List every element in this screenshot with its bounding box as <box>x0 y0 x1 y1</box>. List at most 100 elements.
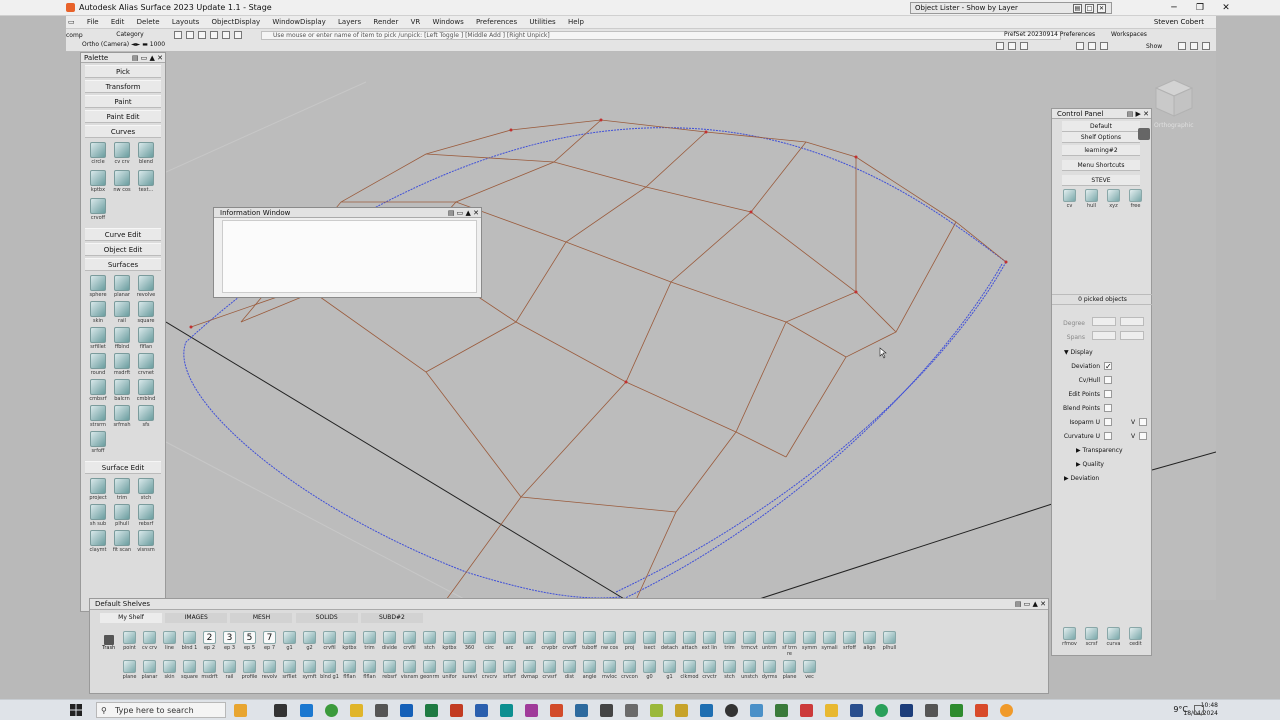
shelf-row1-tool[interactable]: divide <box>380 631 399 657</box>
picked-objects-label[interactable]: 0 picked objects <box>1052 294 1153 305</box>
panel-icon-3[interactable] <box>1202 42 1210 50</box>
shelf-row2-tool[interactable]: angle <box>580 660 599 680</box>
trim-tool[interactable]: trim <box>111 478 133 504</box>
notification-icon[interactable] <box>1194 705 1204 715</box>
tab-images[interactable]: IMAGES <box>165 613 228 623</box>
taskbar-app-icon[interactable] <box>234 704 247 717</box>
cedit-tool[interactable]: cedit <box>1126 627 1145 647</box>
blend-points-checkbox[interactable] <box>1104 404 1112 412</box>
vision-sm-tool[interactable]: visnsm <box>135 530 157 556</box>
isoparm-u-checkbox[interactable] <box>1104 418 1112 426</box>
dock-icon[interactable]: ▤ <box>1073 4 1082 13</box>
workspaces-menu[interactable]: Workspaces <box>1111 31 1147 38</box>
ortho-camera-label[interactable]: Ortho (Camera) ◄► ▬ 1000 <box>82 41 182 48</box>
close-icon[interactable]: ▤ ▭ ▲ ✕ <box>132 53 163 63</box>
shelf-row1-tool[interactable]: crvfil <box>320 631 339 657</box>
shelf-row1-tool[interactable]: isect <box>640 631 659 657</box>
photoshop-icon[interactable] <box>900 704 913 717</box>
shelf-row1-tool[interactable]: tuboff <box>580 631 599 657</box>
shelf-row1-tool[interactable]: trim <box>720 631 739 657</box>
app-icon-navy[interactable] <box>700 704 713 717</box>
shelf-row1-tool[interactable]: ext lin <box>700 631 719 657</box>
shelf-row2-tool[interactable]: square <box>180 660 199 680</box>
shelf-row1-tool[interactable]: point <box>120 631 139 657</box>
shelf-row1-tool[interactable]: 7 ep 7 <box>260 631 279 657</box>
app-icon-lime[interactable] <box>950 704 963 717</box>
fit-scan-tool[interactable]: fit scan <box>111 530 133 556</box>
trash-icon[interactable] <box>1138 128 1150 140</box>
chrome-icon[interactable] <box>325 704 338 717</box>
menu-vr[interactable]: VR <box>406 16 426 28</box>
surface-mesh-tool[interactable]: srfmsh <box>111 405 133 431</box>
sphere-tool[interactable]: sphere <box>87 275 109 301</box>
shelf-row1-tool[interactable]: crvfil <box>400 631 419 657</box>
palette-tab-curve-edit[interactable]: Curve Edit <box>85 228 161 241</box>
app-icon-teal[interactable] <box>500 704 513 717</box>
quality-section-toggle[interactable]: ▶ Quality <box>1076 461 1104 468</box>
information-window[interactable]: Information Window ▤ ▭ ▲ ✕ <box>213 207 482 298</box>
menu-utilities[interactable]: Utilities <box>524 16 560 28</box>
shelf-row1-tool[interactable]: 360 <box>460 631 479 657</box>
minimize-button[interactable]: ─ <box>1160 0 1188 16</box>
shelf-row2-tool[interactable]: planar <box>140 660 159 680</box>
shell-sub-tool[interactable]: sh sub <box>87 504 109 530</box>
user-name[interactable]: Steven Cobert <box>1154 18 1204 26</box>
shelf-row1-tool[interactable]: kptbx <box>440 631 459 657</box>
close-button[interactable]: ✕ <box>1212 0 1240 16</box>
plane-hull-tool[interactable]: plhull <box>111 504 133 530</box>
curve-network-tool[interactable]: crvnet <box>135 353 157 379</box>
edit-points-checkbox[interactable] <box>1104 390 1112 398</box>
word-icon[interactable] <box>475 704 488 717</box>
text-tool[interactable]: text... <box>135 170 157 196</box>
deviation-section-toggle[interactable]: ▶ Deviation <box>1064 475 1099 482</box>
edge-icon[interactable] <box>300 704 313 717</box>
snap-icon[interactable] <box>222 31 230 39</box>
shelf-row1-tool[interactable]: crvpbr <box>540 631 559 657</box>
shelf-row2-tool[interactable]: crvcon <box>620 660 639 680</box>
control-panel-header[interactable]: Control Panel ▤ ▶ ✕ <box>1052 109 1151 119</box>
shelf-row1-tool[interactable]: proj <box>620 631 639 657</box>
palette-tab-transform[interactable]: Transform <box>85 80 161 93</box>
view-cube-icon[interactable] <box>1152 76 1196 120</box>
shelf-row1-tool[interactable]: detach <box>660 631 679 657</box>
shelf-row2-tool[interactable]: visnsm <box>400 660 419 680</box>
shelf-row1-tool[interactable]: arc <box>520 631 539 657</box>
menu-windowdisplay[interactable]: WindowDisplay <box>267 16 330 28</box>
palette-tab-surfaces[interactable]: Surfaces <box>85 258 161 271</box>
layout-four-icon[interactable] <box>1088 42 1096 50</box>
app-icon-purple[interactable] <box>525 704 538 717</box>
curvature-tool[interactable]: curva <box>1104 627 1123 647</box>
square-tool[interactable]: square <box>135 301 157 327</box>
menu-preferences[interactable]: Preferences <box>471 16 522 28</box>
app-icon-orange[interactable] <box>550 704 563 717</box>
steve-shelf-tab[interactable]: STEVE <box>1062 175 1140 186</box>
shelf-row2-tool[interactable]: symft <box>300 660 319 680</box>
shelf-row2-tool[interactable]: geonrm <box>420 660 439 680</box>
shelf-trash[interactable]: Trash <box>102 635 115 651</box>
shelf-row2-tool[interactable]: srfllet <box>280 660 299 680</box>
multi-draft-tool[interactable]: msdrft <box>111 353 133 379</box>
shelf-row1-tool[interactable]: kptbx <box>340 631 359 657</box>
app-icon-black[interactable] <box>725 704 738 717</box>
tab-mesh[interactable]: MESH <box>230 613 293 623</box>
menu-file[interactable]: File <box>82 16 104 28</box>
deviation-checkbox[interactable]: ✓ <box>1104 362 1112 371</box>
app-icon-indigo[interactable] <box>850 704 863 717</box>
category-selector[interactable]: Category <box>82 31 178 39</box>
hull-tool[interactable]: hull <box>1082 189 1101 209</box>
circle-tool[interactable]: circle <box>87 142 109 168</box>
learning-shelf-tab[interactable]: learning#2 <box>1062 145 1140 156</box>
information-window-header[interactable]: Information Window ▤ ▭ ▲ ✕ <box>214 208 481 218</box>
app-icon-blue[interactable] <box>575 704 588 717</box>
blend-tool[interactable]: blend <box>135 142 157 168</box>
clay-mate-tool[interactable]: claymt <box>87 530 109 556</box>
shelf-row2-tool[interactable]: surevl <box>460 660 479 680</box>
display-section-toggle[interactable]: ▼ Display <box>1064 349 1093 356</box>
shelves-header[interactable]: Default Shelves ▤ ▭ ▲ ✕ <box>90 599 1048 610</box>
maximize-button[interactable]: ❐ <box>1186 0 1214 16</box>
multi-blend-tool[interactable]: cmblnd <box>135 379 157 405</box>
cv-tool[interactable]: cv <box>1060 189 1079 209</box>
shelf-row2-tool[interactable]: revolv <box>260 660 279 680</box>
palette-tab-paint-edit[interactable]: Paint Edit <box>85 110 161 123</box>
shelf-row2-tool[interactable]: stch <box>720 660 739 680</box>
